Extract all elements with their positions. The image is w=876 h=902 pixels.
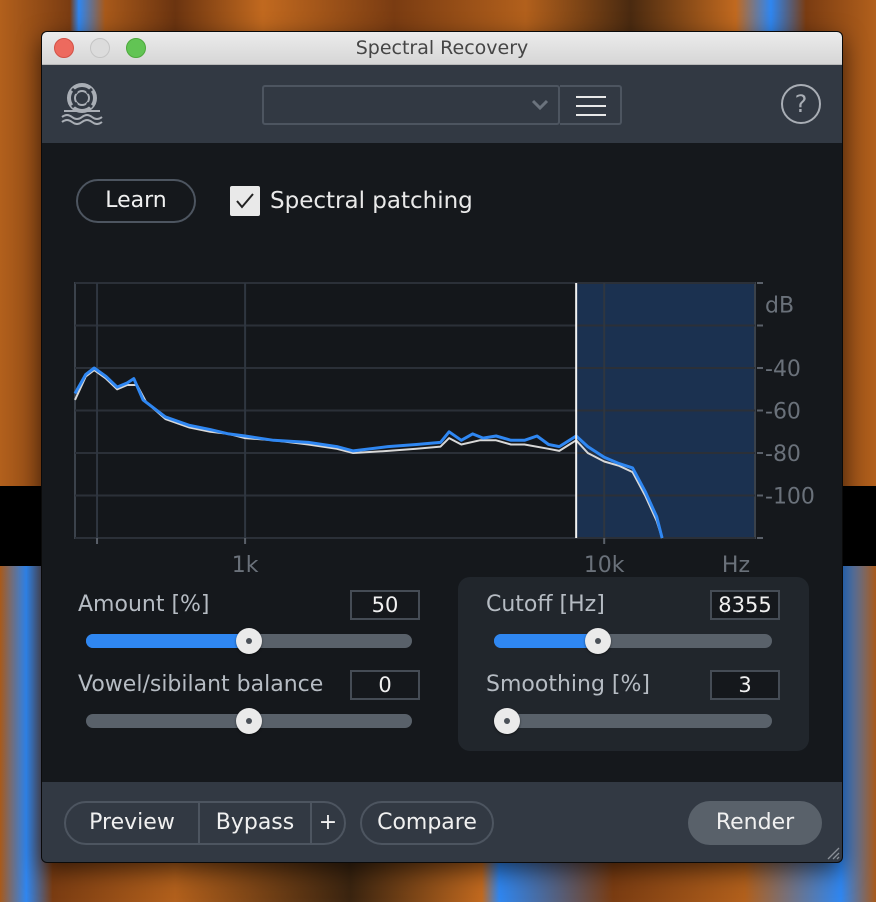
preset-dropdown[interactable]	[262, 85, 560, 125]
lifebuoy-icon	[60, 81, 104, 125]
cutoff-value-field[interactable]: 8355	[710, 590, 780, 620]
plugin-header: ?	[42, 65, 842, 143]
amount-slider-thumb[interactable]	[236, 628, 262, 654]
cutoff-label: Cutoff [Hz]	[486, 592, 605, 617]
smoothing-value-field[interactable]: 3	[710, 670, 780, 700]
bypass-button[interactable]: Bypass	[200, 803, 310, 843]
window-title: Spectral Recovery	[355, 37, 529, 59]
add-bypass-button[interactable]: +	[312, 803, 344, 843]
vowel-sibilant-balance-slider-thumb[interactable]	[236, 708, 262, 734]
amount-slider[interactable]	[86, 628, 412, 654]
x-tick-label: 1k	[232, 553, 259, 578]
vowel-sibilant-balance-value-field[interactable]: 0	[350, 670, 420, 700]
y-tick-label: -60	[765, 400, 801, 425]
smoothing-slider[interactable]	[494, 708, 772, 734]
resize-grip-icon[interactable]	[824, 844, 840, 860]
plugin-body: Learn Spectral patching 1k 10k Hz dB -40 -60-…	[42, 143, 842, 782]
cutoff-slider-thumb[interactable]	[584, 628, 611, 654]
amount-slider-fill	[86, 634, 249, 648]
preset-menu-button[interactable]	[560, 85, 622, 125]
y-tick-label: -40	[765, 357, 801, 382]
cutoff-slider[interactable]	[494, 628, 772, 654]
help-button[interactable]: ?	[781, 84, 821, 124]
y-axis-label: dB	[765, 293, 794, 318]
spectral-recovery-window: Spectral Recovery ? Learn Spectral patch…	[42, 32, 842, 862]
question-mark-icon: ?	[794, 90, 808, 118]
x-tick-label: 10k	[584, 553, 625, 578]
plugin-footer: Preview Bypass + Compare Render	[42, 782, 842, 862]
render-button[interactable]: Render	[688, 801, 822, 845]
vowel-sibilant-balance-slider[interactable]	[86, 708, 412, 734]
chevron-down-icon	[531, 99, 549, 111]
title-bar[interactable]: Spectral Recovery	[42, 32, 842, 65]
amount-label: Amount [%]	[78, 592, 210, 617]
cutoff-slider-fill	[494, 634, 598, 648]
x-axis-label: Hz	[722, 553, 750, 578]
y-tick-label: -100	[765, 485, 815, 510]
preview-button[interactable]: Preview	[66, 803, 198, 843]
smoothing-label: Smoothing [%]	[486, 672, 650, 697]
preview-bypass-group: Preview Bypass +	[64, 801, 346, 845]
vowel-sibilant-balance-label: Vowel/sibilant balance	[78, 672, 324, 697]
amount-value-field[interactable]: 50	[350, 590, 420, 620]
y-tick-label: -80	[765, 442, 801, 467]
compare-button[interactable]: Compare	[360, 801, 494, 845]
smoothing-slider-thumb[interactable]	[494, 708, 520, 734]
